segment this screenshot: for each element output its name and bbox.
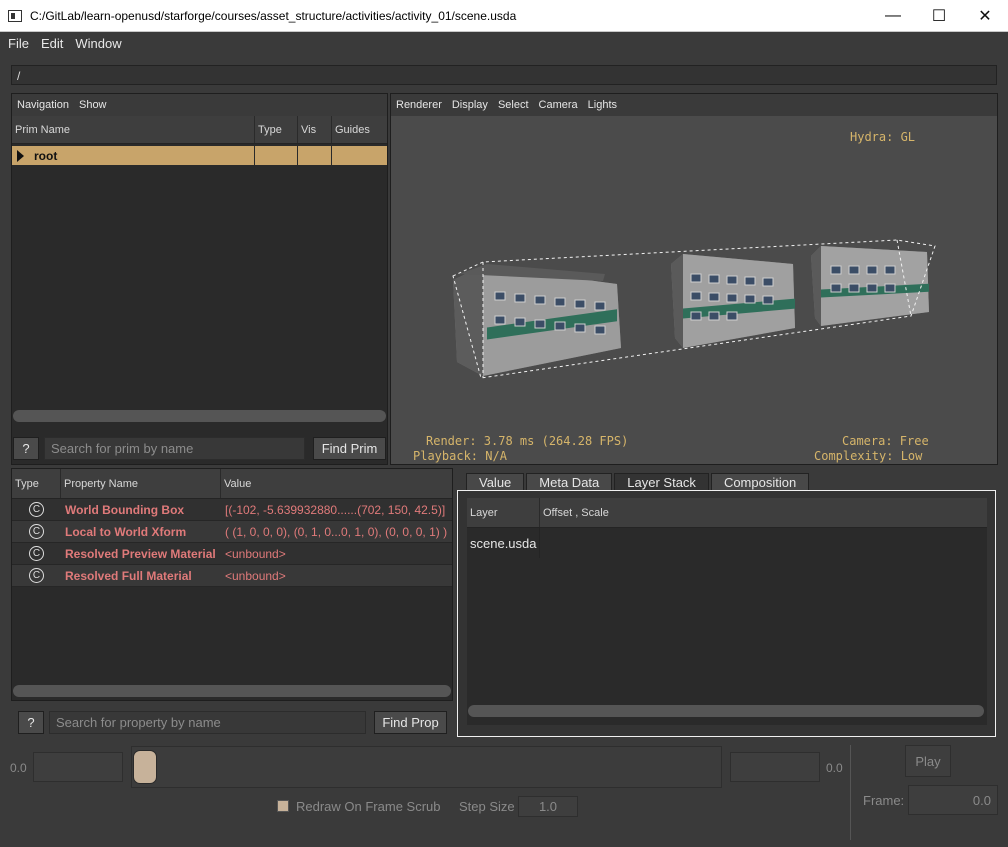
prim-tree-header: Prim Name Type Vis Guides (12, 116, 387, 144)
column-offset-scale[interactable]: Offset , Scale (540, 498, 985, 527)
find-prop-button[interactable]: Find Prop (374, 711, 447, 734)
hud-complexity: Complexity: Low (814, 449, 923, 463)
prim-tree-scrollbar[interactable] (13, 410, 386, 422)
hud-hydra: Hydra: GL (850, 130, 916, 144)
frame-slider-track[interactable] (131, 746, 722, 788)
property-help-button[interactable]: ? (18, 711, 44, 734)
play-button[interactable]: Play (905, 745, 951, 777)
inspector-tabs: Value Meta Data Layer Stack Composition (466, 473, 811, 491)
tab-composition[interactable]: Composition (710, 473, 810, 491)
timeline-divider (850, 745, 851, 840)
menu-file[interactable]: File (0, 36, 33, 51)
menu-camera[interactable]: Camera (534, 99, 583, 111)
app-icon (8, 9, 22, 22)
path-field[interactable]: / (11, 65, 997, 85)
column-prim-name[interactable]: Prim Name (12, 116, 255, 143)
property-panel: Type Property Name Value C World Boundin… (11, 468, 453, 701)
computed-property-icon: C (29, 502, 44, 517)
property-row[interactable]: C Local to World Xform ( (1, 0, 0, 0), (… (12, 521, 452, 543)
close-button[interactable]: ✕ (962, 0, 1008, 32)
navigation-toolbar: Navigation Show (12, 94, 387, 116)
prim-row-root[interactable]: root (12, 146, 387, 165)
prim-name: root (34, 148, 58, 163)
column-vis[interactable]: Vis (298, 116, 332, 143)
start-frame-field[interactable] (33, 752, 123, 782)
prim-help-button[interactable]: ? (13, 437, 39, 460)
maximize-button[interactable]: ☐ (916, 0, 962, 32)
hud-render: Render: 3.78 ms (264.28 FPS) (426, 434, 629, 448)
prim-vis[interactable] (298, 146, 332, 165)
layer-name: scene.usda (467, 528, 540, 558)
menu-select[interactable]: Select (493, 99, 534, 111)
minimize-button[interactable]: — (870, 0, 916, 32)
property-search-input[interactable]: Search for property by name (49, 711, 366, 734)
tab-value[interactable]: Value (466, 473, 525, 491)
redraw-label: Redraw On Frame Scrub (296, 799, 441, 814)
menu-edit[interactable]: Edit (33, 36, 67, 51)
layer-scrollbar[interactable] (468, 705, 984, 717)
computed-property-icon: C (29, 546, 44, 561)
computed-property-icon: C (29, 524, 44, 539)
menu-bar: File Edit Window (0, 32, 1008, 54)
layer-row[interactable]: scene.usda (467, 528, 987, 558)
viewport-panel[interactable]: Renderer Display Select Camera Lights Hy… (390, 93, 998, 465)
end-frame-label: 0.0 (826, 761, 843, 775)
start-frame-label: 0.0 (10, 761, 27, 775)
viewport-toolbar: Renderer Display Select Camera Lights (391, 94, 997, 116)
hud-camera: Camera: Free (842, 434, 929, 448)
computed-property-icon: C (29, 568, 44, 583)
redraw-checkbox[interactable] (277, 800, 289, 812)
end-frame-field[interactable] (730, 752, 820, 782)
prim-type (255, 146, 298, 165)
menu-display[interactable]: Display (447, 99, 493, 111)
window-title: C:/GitLab/learn-openusd/starforge/course… (30, 8, 517, 23)
viewport-scene[interactable] (391, 116, 997, 464)
frame-field[interactable]: 0.0 (908, 785, 998, 815)
menu-window[interactable]: Window (67, 36, 125, 51)
property-row[interactable]: C Resolved Preview Material <unbound> (12, 543, 452, 565)
tab-meta-data[interactable]: Meta Data (526, 473, 613, 491)
column-prop-type[interactable]: Type (12, 469, 61, 498)
step-size-field[interactable]: 1.0 (518, 796, 578, 817)
title-bar: C:/GitLab/learn-openusd/starforge/course… (0, 0, 1008, 32)
layer-header: Layer Offset , Scale (467, 498, 987, 528)
expand-arrow-icon[interactable] (17, 149, 24, 162)
prim-guides[interactable] (332, 146, 387, 165)
column-prop-value[interactable]: Value (221, 469, 452, 498)
column-prop-name[interactable]: Property Name (61, 469, 221, 498)
prim-search-input[interactable]: Search for prim by name (44, 437, 305, 460)
menu-lights[interactable]: Lights (583, 99, 622, 111)
menu-renderer[interactable]: Renderer (391, 99, 447, 111)
find-prim-button[interactable]: Find Prim (313, 437, 386, 460)
property-row[interactable]: C Resolved Full Material <unbound> (12, 565, 452, 587)
column-layer[interactable]: Layer (467, 498, 540, 527)
step-size-label: Step Size (459, 799, 515, 814)
frame-slider-handle[interactable] (133, 750, 157, 784)
frame-label: Frame: (863, 793, 905, 808)
menu-navigation[interactable]: Navigation (12, 99, 74, 111)
property-scrollbar[interactable] (13, 685, 451, 697)
hud-playback: Playback: N/A (413, 449, 507, 463)
layer-stack-panel: Layer Offset , Scale scene.usda (457, 490, 996, 737)
property-header: Type Property Name Value (12, 469, 452, 499)
navigation-panel: Navigation Show Prim Name Type Vis Guide… (11, 93, 388, 465)
menu-show[interactable]: Show (74, 99, 112, 111)
column-guides[interactable]: Guides (332, 116, 387, 143)
property-row[interactable]: C World Bounding Box [(-102, -5.63993288… (12, 499, 452, 521)
tab-layer-stack[interactable]: Layer Stack (614, 473, 709, 491)
column-type[interactable]: Type (255, 116, 298, 143)
